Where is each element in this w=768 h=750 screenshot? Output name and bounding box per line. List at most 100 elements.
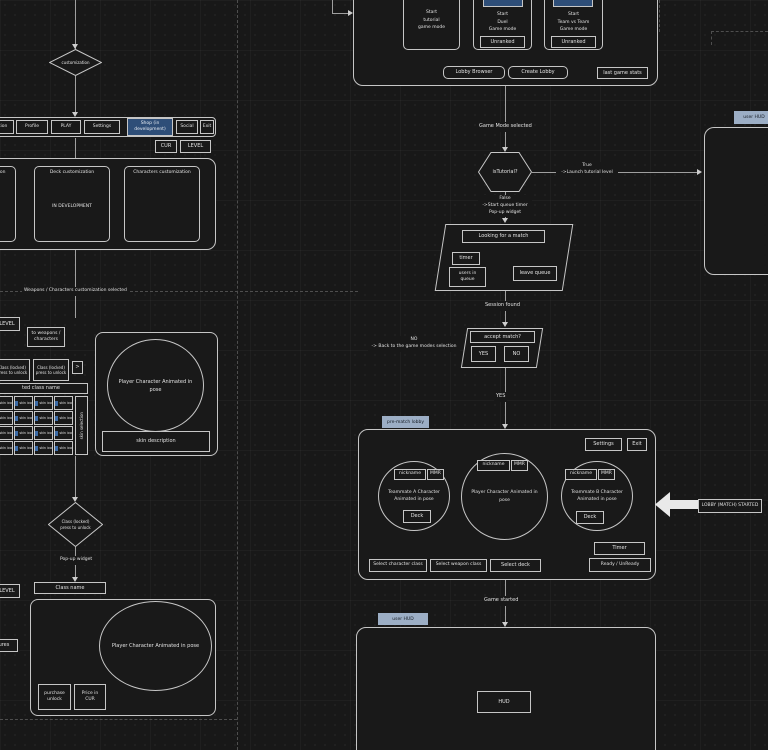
menu-item-settings[interactable]: Settings [84, 120, 120, 134]
menu-item-shop[interactable]: Shop (in development) [127, 118, 173, 136]
lobby-started-arrow-icon [655, 492, 698, 517]
menu-item-play[interactable]: PLAY [51, 120, 81, 134]
cut-ranked-button[interactable] [553, 0, 593, 7]
region-divider-vertical [237, 0, 238, 750]
menu-item-profile[interactable]: Profile [16, 120, 48, 134]
region-divider-horizontal [0, 719, 237, 720]
flow-annotation: Game started [482, 596, 521, 606]
region-divider-horizontal [711, 31, 768, 32]
deck-button[interactable]: Deck [576, 511, 604, 524]
card-title: Deck customization [49, 170, 95, 175]
accept-match-title-box: accept match? [470, 331, 535, 343]
deck-button[interactable]: Deck [403, 510, 431, 523]
skin-description-box: skin description [102, 431, 210, 452]
card-title: Start tutorial game mode [418, 10, 445, 31]
menu-item-social[interactable]: Social [176, 120, 198, 134]
skin-icon-tile[interactable]: skin icon [0, 441, 13, 455]
card-title: ion [0, 170, 6, 175]
exit-button[interactable]: Exit [627, 438, 647, 451]
selected-class-name-bar: ted class name [0, 383, 88, 394]
skin-icon [55, 430, 59, 436]
skin-icon-tile[interactable]: skin icon [34, 426, 53, 440]
user-hud-badge: user HUD [734, 111, 768, 124]
is-tutorial-decision: isTutorial? [478, 152, 532, 192]
nickname-box: nickname [477, 460, 510, 471]
skin-icon-tile[interactable]: skin icon [0, 396, 13, 410]
unranked-button[interactable]: Unranked [551, 36, 596, 48]
cut-ranked-button[interactable] [483, 0, 523, 7]
user-hud-badge: user HUD [378, 613, 428, 625]
unranked-button[interactable]: Unranked [480, 36, 525, 48]
skin-icon-tile[interactable]: skin icon [54, 441, 73, 455]
accept-yes-button[interactable]: YES [471, 346, 496, 362]
skin-icon-tile[interactable]: skin icon [14, 411, 33, 425]
skin-icon [35, 430, 39, 436]
menu-item-exit[interactable]: Exit [200, 120, 214, 134]
skin-icon [35, 400, 39, 406]
last-game-stats-button[interactable]: last game stats [597, 67, 648, 79]
leave-queue-button[interactable]: leave queue [513, 266, 557, 281]
pre-match-lobby-badge: pre-match lobby [382, 416, 429, 428]
skin-icon [55, 445, 59, 451]
expand-button[interactable]: > [72, 361, 83, 374]
decision-label: Class (locked) press to unlock [60, 519, 91, 530]
arrowhead [502, 322, 508, 327]
connector-line [332, 13, 348, 14]
ready-unready-button[interactable]: Ready / UnReady [589, 558, 651, 572]
create-lobby-button[interactable]: Create Lobby [508, 66, 568, 79]
class-locked-decision: Class (locked) press to unlock [48, 502, 103, 547]
characters-customization-card[interactable]: Characters customization [124, 166, 200, 242]
mmr-box: MMR [427, 469, 444, 480]
connector-line [75, 250, 76, 318]
level-indicator: LEVEL [0, 317, 20, 331]
skin-icon-tile[interactable]: skin icon [34, 411, 53, 425]
skin-icon-tile[interactable]: skin icon [54, 396, 73, 410]
no-branch-annotation: NO -> Back to the game modes selection [368, 336, 460, 352]
false-branch-annotation: False ->Start queue timer Pop-up widget [478, 195, 532, 218]
skin-icon-tile[interactable]: skin icon [14, 441, 33, 455]
player-character-preview: Player Character Animated in pose [99, 601, 212, 691]
skin-icon-tile[interactable]: skin icon [34, 441, 53, 455]
lobby-browser-button[interactable]: Lobby Browser [443, 66, 505, 79]
deck-customization-card[interactable]: Deck customization IN DEVELOPMENT [34, 166, 110, 242]
select-weapon-class-button[interactable]: Select weapon class [430, 559, 487, 572]
true-branch-annotation: True ->Launch tutorial level [556, 162, 618, 178]
arrowhead [502, 218, 508, 223]
price-in-cur-box: Price in CUR [74, 684, 106, 710]
card-title: Start Team vs Team Game mode [557, 12, 590, 33]
skin-selection-strip[interactable]: skin selection [75, 396, 88, 455]
select-character-class-button[interactable]: Select character class [369, 559, 427, 572]
match-timer-box: Timer [594, 542, 645, 555]
class-locked-button[interactable]: Class (locked) press to unlock [0, 359, 30, 381]
cut-feature-box: tures [0, 639, 18, 652]
customization-card-cut[interactable]: ion [0, 166, 16, 242]
level-indicator: LEVEL [0, 584, 20, 598]
to-weapons-button[interactable]: to weapons / characters [27, 327, 65, 347]
accept-no-button[interactable]: NO [504, 346, 529, 362]
connector-line [75, 0, 76, 49]
users-in-queue-box: users in queue [449, 267, 486, 287]
currency-indicator: CUR [155, 140, 177, 153]
skin-icon-tile[interactable]: skin icon [14, 396, 33, 410]
skin-icon-tile[interactable]: skin icon [14, 426, 33, 440]
connector-line [332, 0, 333, 13]
skin-icon [15, 445, 19, 451]
nickname-box: nickname [565, 469, 597, 480]
skin-icon-tile[interactable]: skin icon [0, 426, 13, 440]
card-body: IN DEVELOPMENT [52, 204, 92, 209]
purchase-unlock-button[interactable]: purchase unlock [38, 684, 71, 710]
select-deck-button[interactable]: Select deck [490, 559, 541, 572]
flowchart-canvas: customization tion Profile PLAY Settings… [0, 0, 768, 750]
tutorial-mode-card[interactable]: Start tutorial game mode [403, 0, 460, 50]
decision-label: customization [61, 59, 90, 65]
menu-item-customization[interactable]: tion [0, 120, 14, 134]
skin-icon-tile[interactable]: skin icon [0, 411, 13, 425]
skin-icon-tile[interactable]: skin icon [54, 411, 73, 425]
class-locked-button[interactable]: Class (locked) press to unlock [33, 359, 69, 381]
arrowhead [697, 169, 702, 175]
skin-icon [35, 415, 39, 421]
settings-button[interactable]: Settings [585, 438, 622, 451]
skin-icon-tile[interactable]: skin icon [54, 426, 73, 440]
card-title: Characters customization [133, 170, 191, 175]
skin-icon-tile[interactable]: skin icon [34, 396, 53, 410]
